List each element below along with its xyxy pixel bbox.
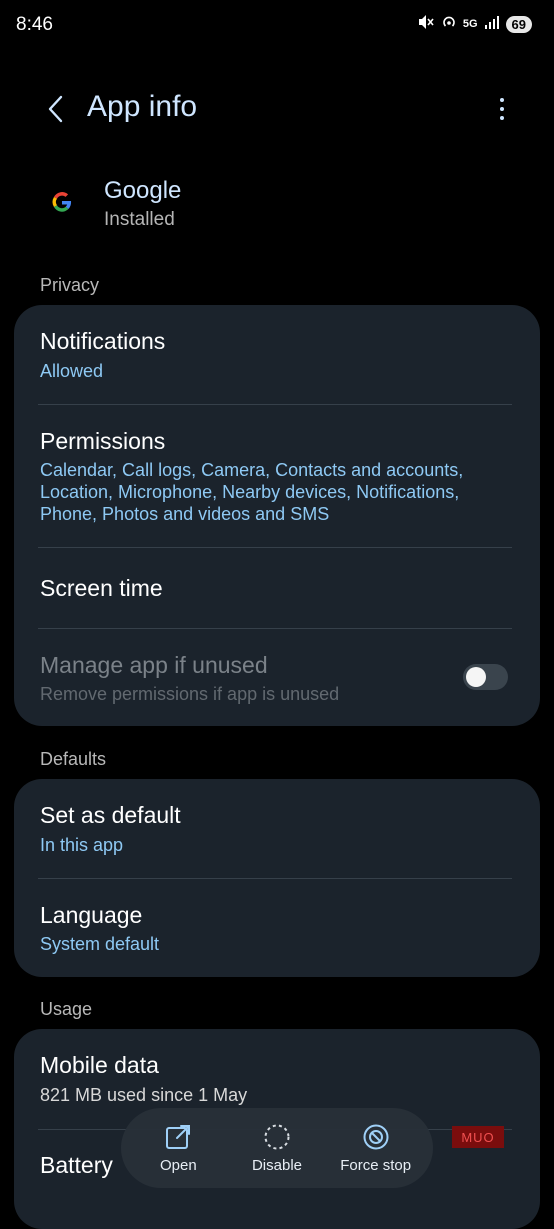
app-status: Installed	[104, 209, 175, 230]
more-options-button[interactable]	[488, 92, 516, 126]
open-label: Open	[159, 1156, 197, 1174]
signal-icon	[484, 15, 500, 33]
watermark-logo: MUO	[452, 1126, 504, 1148]
disable-button[interactable]: Disable	[229, 1123, 325, 1174]
language-value: System default	[40, 934, 160, 954]
page-title: App info	[87, 90, 198, 123]
open-external-icon	[166, 1124, 191, 1149]
app-name: Google	[104, 177, 182, 204]
toggle-knob	[466, 667, 486, 687]
set-default-value: In this app	[40, 835, 124, 855]
divider	[38, 628, 512, 629]
mobile-data-title: Mobile data	[40, 1052, 159, 1078]
network-type-label: 5G	[462, 18, 478, 30]
mobile-data-value: 821 MB used since 1 May	[40, 1085, 248, 1105]
manage-unused-value: Remove permissions if app is unused	[40, 684, 340, 704]
notifications-row[interactable]	[14, 305, 540, 405]
disable-label: Disable	[251, 1156, 302, 1174]
mute-icon	[417, 14, 435, 34]
section-label-defaults: Defaults	[40, 749, 107, 769]
force-stop-label: Force stop	[340, 1156, 412, 1174]
more-vert-icon	[500, 98, 504, 102]
status-time: 8:46	[16, 14, 53, 35]
screen-time-title: Screen time	[40, 575, 163, 601]
permissions-title: Permissions	[40, 428, 166, 454]
battery-title: Battery	[40, 1152, 113, 1178]
permissions-line: Location, Microphone, Nearby devices, No…	[40, 482, 460, 502]
chevron-left-icon	[48, 95, 63, 123]
set-default-title: Set as default	[40, 802, 181, 828]
notifications-title: Notifications	[40, 328, 166, 354]
hotspot-icon	[441, 14, 457, 34]
section-label-privacy: Privacy	[40, 275, 100, 295]
google-logo-icon	[44, 184, 80, 220]
manage-unused-title: Manage app if unused	[40, 652, 268, 678]
status-icons: 5G 69	[417, 14, 532, 34]
battery-indicator: 69	[505, 15, 532, 33]
permissions-line: Calendar, Call logs, Camera, Contacts an…	[40, 460, 464, 480]
disable-icon	[264, 1124, 290, 1149]
language-title: Language	[40, 902, 143, 928]
back-button[interactable]	[40, 92, 70, 126]
permissions-line: Phone, Photos and videos and SMS	[40, 504, 330, 524]
notifications-value: Allowed	[40, 361, 104, 381]
section-label-usage: Usage	[40, 999, 93, 1019]
open-button[interactable]: Open	[130, 1123, 226, 1174]
manage-unused-toggle[interactable]	[463, 664, 508, 690]
permissions-list: Calendar, Call logs, Camera, Contacts an…	[40, 459, 463, 525]
force-stop-button[interactable]: Force stop	[328, 1123, 424, 1174]
force-stop-icon	[363, 1124, 389, 1149]
bottom-action-bar: Open Disable Force stop	[121, 1108, 433, 1188]
more-vert-icon-dot	[500, 107, 504, 111]
more-vert-icon-dot	[500, 116, 504, 120]
